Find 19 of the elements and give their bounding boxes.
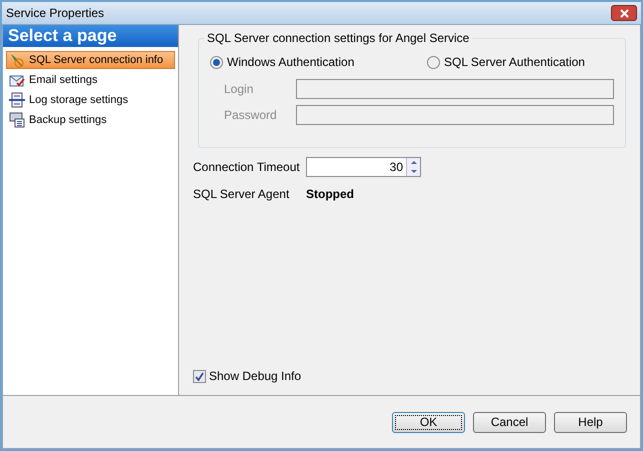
sidebar-item[interactable]: SQL Server connection info [6, 51, 175, 69]
field-label: Login [223, 81, 254, 98]
group-title: SQL Server connection settings for Angel Service [204, 31, 472, 45]
checkbox-label: Show Debug Info [209, 368, 302, 385]
radio-label: SQL Server Authentication [444, 54, 585, 71]
dialog-button[interactable]: Cancel [473, 412, 546, 432]
sidebar-item[interactable]: Email settings [6, 71, 175, 89]
number-field[interactable]: 30 [306, 157, 421, 177]
sidebar-item[interactable]: Backup settings [6, 111, 175, 129]
dialog-button[interactable]: Help [554, 412, 627, 432]
field-label: Connection Timeout [193, 159, 301, 176]
dialog-button[interactable]: OK [392, 412, 465, 432]
sidebar-item[interactable]: Log storage settings [6, 91, 175, 109]
window-title: Service Properties [6, 5, 104, 22]
radio-label: Windows Authentication [227, 54, 354, 71]
field-label: Password [223, 107, 278, 124]
status-value: Stopped [306, 186, 354, 203]
field-label: SQL Server Agent [193, 186, 290, 203]
sidebar-heading: Select a page [3, 25, 178, 47]
